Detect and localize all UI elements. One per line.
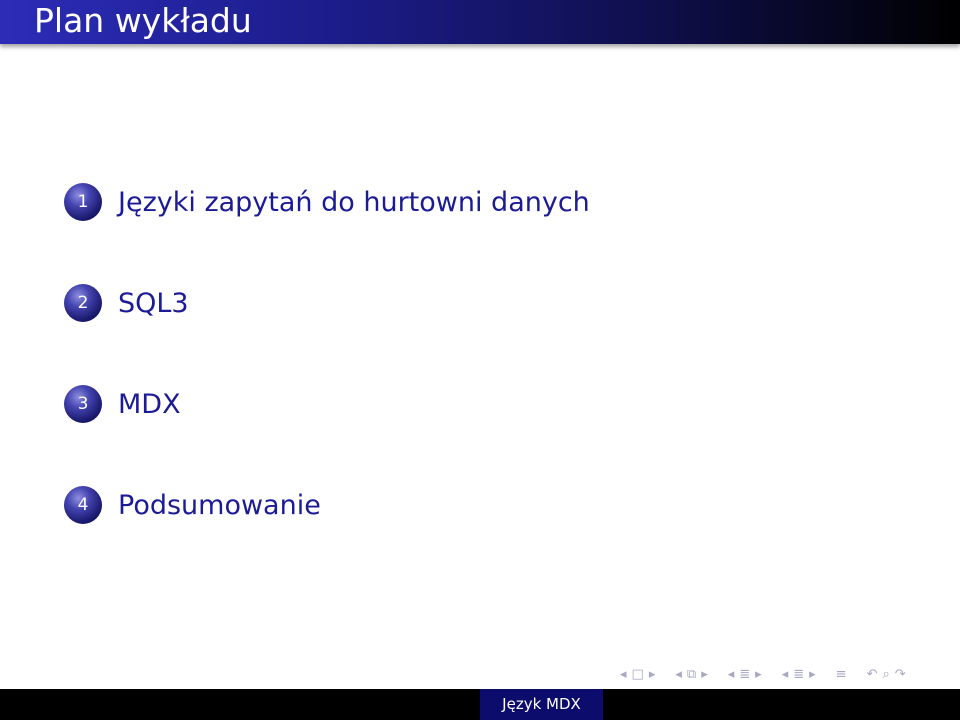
frame-title: Plan wykładu bbox=[34, 1, 252, 40]
undo-icon[interactable]: ↶ bbox=[867, 664, 878, 686]
subsection-icon[interactable]: ⧉ bbox=[687, 664, 696, 686]
toc-item-1[interactable]: 1 Języki zapytań do hurtowni danych bbox=[64, 178, 590, 226]
arrow-right-icon[interactable]: ▸ bbox=[809, 664, 816, 686]
arrow-left-icon[interactable]: ◂ bbox=[675, 664, 682, 686]
toc-item-3[interactable]: 3 MDX bbox=[64, 380, 590, 428]
arrow-left-icon[interactable]: ◂ bbox=[728, 664, 735, 686]
table-of-contents: 1 Języki zapytań do hurtowni danych 2 SQ… bbox=[64, 178, 590, 582]
toc-item-label[interactable]: SQL3 bbox=[118, 288, 189, 319]
section-icon[interactable]: ≣ bbox=[739, 664, 750, 686]
arrow-left-icon[interactable]: ◂ bbox=[620, 664, 627, 686]
arrow-right-icon[interactable]: ▸ bbox=[755, 664, 762, 686]
frame-title-bar: Plan wykładu bbox=[0, 0, 960, 44]
frame-icon[interactable]: □ bbox=[632, 664, 644, 686]
toc-item-label[interactable]: Języki zapytań do hurtowni danych bbox=[118, 187, 590, 218]
toc-item-2[interactable]: 2 SQL3 bbox=[64, 279, 590, 327]
footer-title: Język MDX bbox=[480, 689, 603, 720]
toc-item-label[interactable]: Podsumowanie bbox=[118, 490, 321, 521]
toc-number-ball: 1 bbox=[64, 183, 102, 221]
search-icon[interactable]: ⌕ bbox=[882, 664, 889, 686]
arrow-right-icon[interactable]: ▸ bbox=[701, 664, 708, 686]
toc-number-ball: 3 bbox=[64, 385, 102, 423]
section-icon[interactable]: ≣ bbox=[793, 664, 804, 686]
arrow-right-icon[interactable]: ▸ bbox=[649, 664, 656, 686]
footline: Język MDX bbox=[0, 689, 960, 720]
toc-number-ball: 2 bbox=[64, 284, 102, 322]
toc-item-label[interactable]: MDX bbox=[118, 389, 181, 420]
toc-number-ball: 4 bbox=[64, 486, 102, 524]
arrow-left-icon[interactable]: ◂ bbox=[782, 664, 789, 686]
toc-item-4[interactable]: 4 Podsumowanie bbox=[64, 481, 590, 529]
align-icon[interactable]: ≡ bbox=[836, 664, 847, 686]
redo-icon[interactable]: ↷ bbox=[895, 664, 906, 686]
navigation-symbols: ◂ □ ▸ ◂ ⧉ ▸ ◂ ≣ ▸ ◂ ≣ ▸ ≡ ↶ ⌕ ↷ bbox=[620, 664, 956, 686]
